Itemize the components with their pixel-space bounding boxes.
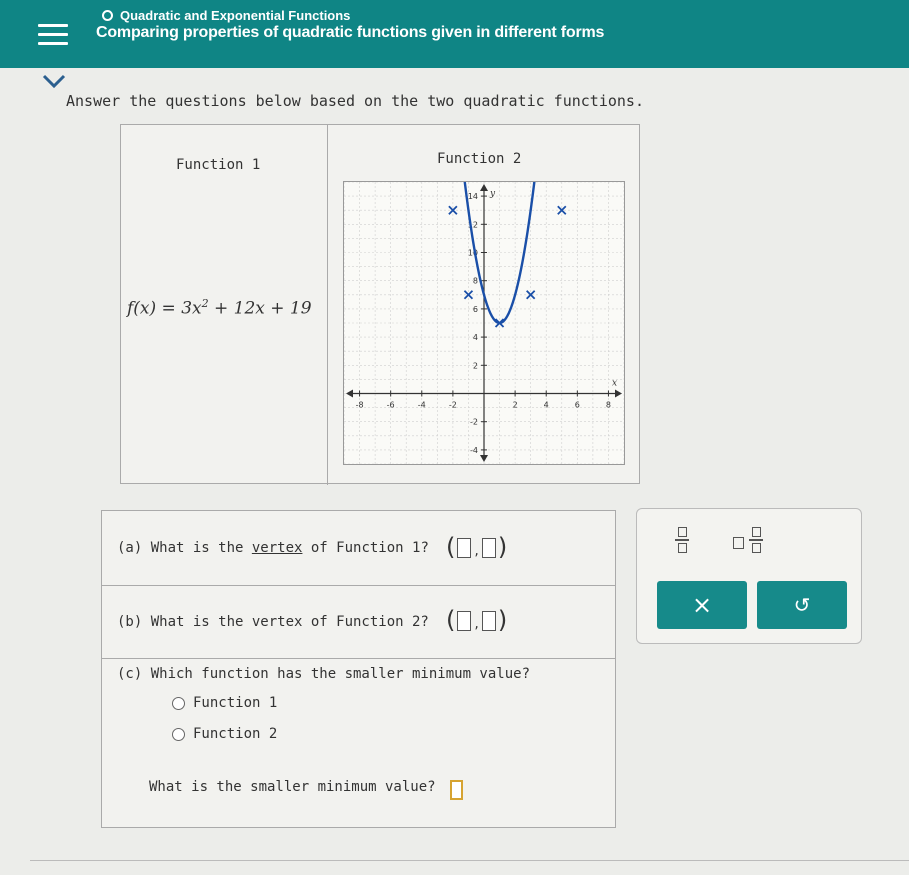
numerator-box [751, 527, 761, 537]
whole-box [733, 537, 744, 549]
y-tick-label: -4 [470, 446, 478, 455]
y-axis-arrow [480, 184, 488, 191]
lesson-title: Comparing properties of quadratic functi… [96, 24, 605, 41]
menu-icon[interactable] [38, 24, 68, 46]
graph-svg: -8 -6 -4 -2 2 4 6 8-4-22468101214xy [343, 0, 625, 465]
close-paren: ) [497, 606, 508, 634]
vertex-a-x-input[interactable] [457, 538, 472, 558]
vertex-link[interactable]: vertex [252, 540, 303, 556]
denominator-box [677, 542, 687, 553]
y-axis-arrow [480, 455, 488, 462]
y-tick-label: 8 [473, 277, 478, 286]
x-axis-arrow [615, 389, 622, 398]
option-label: Function 2 [193, 726, 278, 742]
mixed-number-button[interactable] [733, 527, 773, 561]
comma: , [474, 543, 479, 559]
course-topic: Quadratic and Exponential Functions [102, 8, 350, 23]
x-tick-label: 4 [544, 401, 549, 410]
denominator-box [751, 542, 761, 553]
function-2-label: Function 2 [437, 151, 522, 167]
y-axis-label: y [489, 189, 496, 199]
question-a-suffix: of Function 1? [302, 540, 429, 556]
instructions: Answer the questions below based on the … [66, 92, 644, 110]
topic-circle-icon [102, 10, 113, 21]
y-tick-label: 4 [473, 333, 478, 342]
vertex-a-input: ( , ) [446, 535, 507, 559]
question-a-row: (a) What is the vertex of Function 1? ( … [102, 511, 615, 586]
fraction-bar [749, 539, 763, 541]
y-tick-label: 2 [473, 361, 478, 370]
x-axis-label: x [612, 379, 617, 389]
function-1-label: Function 1 [176, 157, 261, 173]
x-tick-label: 2 [513, 401, 518, 410]
function-table: Function 1 Function 2 f(x) = 3x2 + 12x +… [120, 0, 640, 485]
function-2-graph: -8 -6 -4 -2 2 4 6 8 -4 -2 2 4 6 8 10 12 14 x y [343, 0, 625, 465]
option-function-2[interactable]: Function 2 [172, 726, 277, 742]
close-paren: ) [497, 533, 508, 561]
formula-exponent: 2 [201, 297, 209, 310]
x-tick-label: 8 [606, 401, 611, 410]
function-1-formula: f(x) = 3x2 + 12x + 19 [127, 297, 312, 319]
min-value-question: What is the smaller minimum value? [149, 779, 436, 795]
option-function-1[interactable]: Function 1 [172, 695, 277, 711]
math-tools-panel: × ↺ [636, 508, 862, 644]
top-header: Quadratic and Exponential Functions Comp… [0, 0, 909, 68]
undo-button[interactable]: ↺ [757, 581, 847, 629]
formula-rhs: + 12x + 19 [208, 298, 312, 319]
questions-panel: (a) What is the vertex of Function 1? ( … [101, 510, 616, 828]
fraction-bar [675, 539, 689, 541]
radio-button[interactable] [172, 727, 185, 741]
x-tick-label: -2 [449, 401, 457, 410]
question-b-text: (b) What is the vertex of Function 2? [117, 614, 429, 630]
y-tick-label: -2 [470, 418, 478, 427]
numerator-box [677, 527, 687, 537]
chevron-down-icon[interactable] [40, 70, 68, 92]
question-b-row: (b) What is the vertex of Function 2? ( … [102, 586, 615, 659]
x-tick-label: 6 [575, 401, 580, 410]
vertex-b-y-input[interactable] [481, 611, 496, 631]
min-value-input[interactable] [450, 780, 463, 800]
x-tick-label: -4 [418, 401, 426, 410]
table-divider [327, 125, 328, 485]
question-a-text: (a) What is the vertex of Function 1? [117, 540, 429, 556]
open-paren: ( [446, 606, 456, 634]
bottom-divider [30, 860, 909, 875]
fraction-button[interactable] [675, 527, 689, 553]
comma: , [474, 616, 479, 632]
course-title: Quadratic and Exponential Functions [120, 8, 351, 23]
vertex-a-y-input[interactable] [481, 538, 496, 558]
vertex-b-x-input[interactable] [457, 611, 472, 631]
option-label: Function 1 [193, 695, 278, 711]
x-tick-label: -6 [387, 401, 395, 410]
question-c-text: (c) Which function has the smaller minim… [117, 666, 531, 682]
x-tick-label: -8 [356, 401, 364, 410]
y-tick-label: 14 [468, 192, 478, 201]
formula-lhs: f(x) = 3x [127, 298, 202, 319]
clear-button[interactable]: × [657, 581, 747, 629]
question-a-prefix: (a) What is the [117, 540, 252, 556]
y-tick-label: 6 [473, 305, 478, 314]
x-axis-arrow [346, 389, 353, 398]
vertex-b-input: ( , ) [446, 608, 507, 632]
open-paren: ( [446, 533, 456, 561]
radio-button[interactable] [172, 696, 185, 710]
mixed-fraction [749, 527, 763, 553]
